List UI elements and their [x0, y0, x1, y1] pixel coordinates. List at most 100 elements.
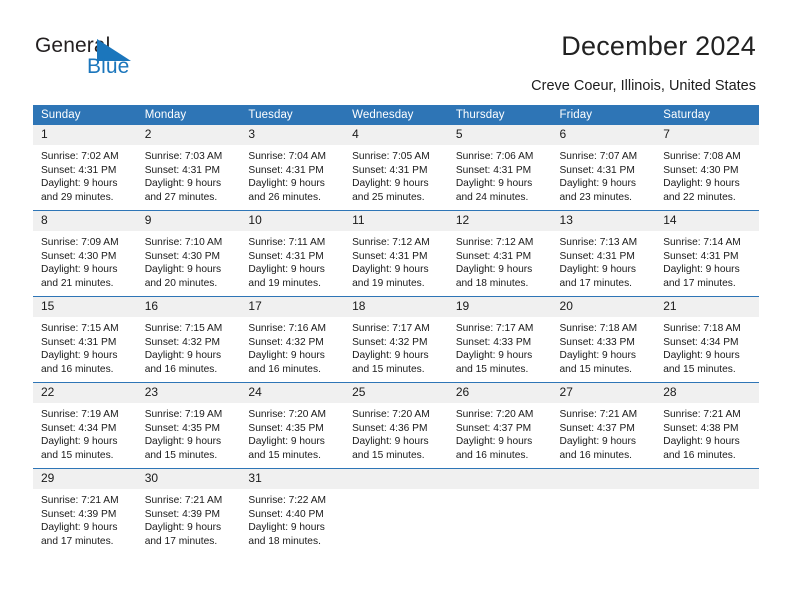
sunset-text: Sunset: 4:38 PM: [663, 422, 739, 434]
calendar-day-cell[interactable]: 15 Sunrise: 7:15 AM Sunset: 4:31 PM Dayligh…: [33, 296, 137, 383]
calendar-day-cell[interactable]: 9 Sunrise: 7:10 AM Sunset: 4:30 PM Daylight…: [136, 210, 241, 297]
calendar-day-cell[interactable]: 1 Sunrise: 7:02 AM Sunset: 4:31 PM Daylight…: [33, 125, 137, 211]
calendar-day-cell[interactable]: 23 Sunrise: 7:19 AM Sunset: 4:35 PM Dayligh…: [136, 382, 241, 469]
daylight-text: Daylight: 9 hours and 18 minutes.: [248, 522, 325, 547]
daylight-text: Daylight: 9 hours and 24 minutes.: [455, 178, 533, 203]
sunrise-text: Sunrise: 7:18 AM: [663, 323, 741, 334]
sunrise-text: Sunrise: 7:19 AM: [41, 409, 119, 420]
weekday-header-sunday: Sunday: [33, 105, 137, 125]
calendar-day-cell[interactable]: 5 Sunrise: 7:06 AM Sunset: 4:31 PM Daylight…: [447, 125, 552, 211]
calendar-day-cell[interactable]: 19 Sunrise: 7:17 AM Sunset: 4:33 PM Dayligh…: [447, 296, 552, 383]
sunset-text: Sunset: 4:39 PM: [41, 508, 117, 520]
logo-text-blue: Blue: [87, 55, 130, 78]
calendar-day-cell[interactable]: 3 Sunrise: 7:04 AM Sunset: 4:31 PM Daylight…: [240, 125, 345, 211]
calendar-day-cell[interactable]: 14 Sunrise: 7:14 AM Sunset: 4:31 PM Dayligh…: [655, 210, 759, 297]
sunset-text: Sunset: 4:35 PM: [248, 422, 324, 434]
daylight-text: Daylight: 9 hours and 17 minutes.: [41, 522, 118, 547]
day-sun-info: Sunrise: 7:07 AM Sunset: 4:31 PM Daylight:…: [552, 145, 656, 210]
calendar-day-cell[interactable]: 12 Sunrise: 7:12 AM Sunset: 4:31 PM Dayligh…: [447, 210, 552, 297]
calendar-day-cell[interactable]: 6 Sunrise: 7:07 AM Sunset: 4:31 PM Daylight…: [551, 125, 656, 211]
day-sun-info: Sunrise: 7:19 AM Sunset: 4:34 PM Daylight:…: [33, 403, 137, 468]
calendar-day-cell[interactable]: 28 Sunrise: 7:21 AM Sunset: 4:38 PM Dayligh…: [655, 382, 759, 469]
day-sun-info: Sunrise: 7:02 AM Sunset: 4:31 PM Daylight:…: [33, 145, 137, 210]
calendar-day-cell[interactable]: 20 Sunrise: 7:18 AM Sunset: 4:33 PM Dayligh…: [551, 296, 656, 383]
sunrise-text: Sunrise: 7:20 AM: [455, 409, 534, 420]
sunrise-text: Sunrise: 7:21 AM: [144, 495, 223, 506]
day-sun-info: Sunrise: 7:16 AM Sunset: 4:32 PM Daylight:…: [240, 317, 344, 382]
calendar-day-cell[interactable]: 17 Sunrise: 7:16 AM Sunset: 4:32 PM Dayligh…: [240, 296, 345, 383]
day-sun-info: Sunrise: 7:08 AM Sunset: 4:30 PM Daylight:…: [655, 145, 759, 210]
daylight-text: Daylight: 9 hours and 16 minutes.: [559, 436, 636, 461]
daylight-text: Daylight: 9 hours and 16 minutes.: [144, 350, 222, 375]
daylight-text: Daylight: 9 hours and 15 minutes.: [663, 350, 740, 375]
day-number: 11: [344, 211, 448, 231]
calendar-day-cell[interactable]: 2 Sunrise: 7:03 AM Sunset: 4:31 PM Daylight…: [136, 125, 241, 211]
calendar-day-cell[interactable]: 16 Sunrise: 7:15 AM Sunset: 4:32 PM Dayligh…: [136, 296, 241, 383]
day-sun-info: Sunrise: 7:12 AM Sunset: 4:31 PM Daylight:…: [344, 231, 448, 296]
day-number: 1: [33, 125, 137, 145]
sunrise-text: Sunrise: 7:21 AM: [663, 409, 741, 420]
day-sun-info: Sunrise: 7:22 AM Sunset: 4:40 PM Daylight:…: [240, 489, 344, 554]
sunrise-text: Sunrise: 7:17 AM: [352, 323, 430, 334]
sunset-text: Sunset: 4:40 PM: [248, 508, 324, 520]
calendar-day-cell[interactable]: 10 Sunrise: 7:11 AM Sunset: 4:31 PM Dayligh…: [240, 210, 345, 297]
day-sun-info: Sunrise: 7:20 AM Sunset: 4:37 PM Daylight:…: [448, 403, 552, 468]
day-sun-info: Sunrise: 7:15 AM Sunset: 4:31 PM Daylight:…: [33, 317, 137, 382]
day-sun-info: Sunrise: 7:11 AM Sunset: 4:31 PM Daylight:…: [240, 231, 344, 296]
day-number: 6: [551, 125, 656, 145]
day-sun-info: Sunrise: 7:05 AM Sunset: 4:31 PM Daylight:…: [344, 145, 448, 210]
day-number: [551, 469, 656, 489]
sunrise-text: Sunrise: 7:12 AM: [352, 237, 430, 248]
calendar-day-cell[interactable]: 11 Sunrise: 7:12 AM Sunset: 4:31 PM Dayligh…: [344, 210, 448, 297]
daylight-text: Daylight: 9 hours and 26 minutes.: [248, 178, 325, 203]
calendar-day-cell[interactable]: 4 Sunrise: 7:05 AM Sunset: 4:31 PM Daylight…: [344, 125, 448, 211]
day-number: 18: [344, 297, 448, 317]
calendar-day-cell[interactable]: 13 Sunrise: 7:13 AM Sunset: 4:31 PM Dayligh…: [551, 210, 656, 297]
sunrise-text: Sunrise: 7:22 AM: [248, 495, 326, 506]
sunset-text: Sunset: 4:31 PM: [352, 164, 428, 176]
calendar-day-cell[interactable]: 27 Sunrise: 7:21 AM Sunset: 4:37 PM Dayligh…: [551, 382, 656, 469]
daylight-text: Daylight: 9 hours and 17 minutes.: [559, 264, 636, 289]
sunrise-text: Sunrise: 7:20 AM: [352, 409, 430, 420]
calendar-day-cell[interactable]: 31 Sunrise: 7:22 AM Sunset: 4:40 PM Dayligh…: [240, 468, 345, 554]
daylight-text: Daylight: 9 hours and 20 minutes.: [144, 264, 222, 289]
day-sun-info: Sunrise: 7:18 AM Sunset: 4:34 PM Daylight:…: [655, 317, 759, 382]
daylight-text: Daylight: 9 hours and 18 minutes.: [455, 264, 533, 289]
sunset-text: Sunset: 4:30 PM: [41, 250, 117, 262]
calendar-day-cell[interactable]: 21 Sunrise: 7:18 AM Sunset: 4:34 PM Dayligh…: [655, 296, 759, 383]
day-number: 4: [344, 125, 448, 145]
weekday-header-saturday: Saturday: [655, 105, 759, 125]
calendar-day-cell[interactable]: 30 Sunrise: 7:21 AM Sunset: 4:39 PM Dayligh…: [136, 468, 241, 554]
calendar-day-cell[interactable]: 7 Sunrise: 7:08 AM Sunset: 4:30 PM Daylight…: [655, 125, 759, 211]
daylight-text: Daylight: 9 hours and 17 minutes.: [144, 522, 222, 547]
sunrise-text: Sunrise: 7:12 AM: [455, 237, 534, 248]
sunset-text: Sunset: 4:31 PM: [248, 164, 324, 176]
calendar-day-cell[interactable]: 25 Sunrise: 7:20 AM Sunset: 4:36 PM Dayligh…: [344, 382, 448, 469]
day-sun-info: Sunrise: 7:18 AM Sunset: 4:33 PM Daylight:…: [552, 317, 656, 382]
daylight-text: Daylight: 9 hours and 25 minutes.: [352, 178, 429, 203]
day-number: 29: [33, 469, 137, 489]
day-number: 21: [655, 297, 759, 317]
sunset-text: Sunset: 4:31 PM: [663, 250, 739, 262]
day-sun-info: Sunrise: 7:21 AM Sunset: 4:39 PM Daylight:…: [137, 489, 241, 554]
sunrise-text: Sunrise: 7:04 AM: [248, 151, 326, 162]
day-number: [344, 469, 448, 489]
day-sun-info: Sunrise: 7:04 AM Sunset: 4:31 PM Daylight:…: [240, 145, 344, 210]
calendar-day-cell[interactable]: 29 Sunrise: 7:21 AM Sunset: 4:39 PM Dayligh…: [33, 468, 137, 554]
daylight-text: Daylight: 9 hours and 19 minutes.: [352, 264, 429, 289]
sunrise-text: Sunrise: 7:07 AM: [559, 151, 638, 162]
calendar-empty-cell: [551, 468, 656, 554]
calendar-day-cell[interactable]: 24 Sunrise: 7:20 AM Sunset: 4:35 PM Dayligh…: [240, 382, 345, 469]
calendar-day-cell[interactable]: 26 Sunrise: 7:20 AM Sunset: 4:37 PM Dayligh…: [447, 382, 552, 469]
calendar-week-row: 22 Sunrise: 7:19 AM Sunset: 4:34 PM Dayligh…: [33, 382, 759, 469]
calendar-day-cell[interactable]: 18 Sunrise: 7:17 AM Sunset: 4:32 PM Dayligh…: [344, 296, 448, 383]
daylight-text: Daylight: 9 hours and 15 minutes.: [144, 436, 222, 461]
calendar-day-cell[interactable]: 22 Sunrise: 7:19 AM Sunset: 4:34 PM Dayligh…: [33, 382, 137, 469]
calendar-day-cell[interactable]: 8 Sunrise: 7:09 AM Sunset: 4:30 PM Daylight…: [33, 210, 137, 297]
day-sun-info: Sunrise: 7:20 AM Sunset: 4:36 PM Daylight:…: [344, 403, 448, 468]
calendar-week-row: 15 Sunrise: 7:15 AM Sunset: 4:31 PM Dayligh…: [33, 296, 759, 383]
sunset-text: Sunset: 4:31 PM: [248, 250, 324, 262]
day-number: 8: [33, 211, 137, 231]
sunset-text: Sunset: 4:39 PM: [144, 508, 221, 520]
daylight-text: Daylight: 9 hours and 15 minutes.: [559, 350, 636, 375]
